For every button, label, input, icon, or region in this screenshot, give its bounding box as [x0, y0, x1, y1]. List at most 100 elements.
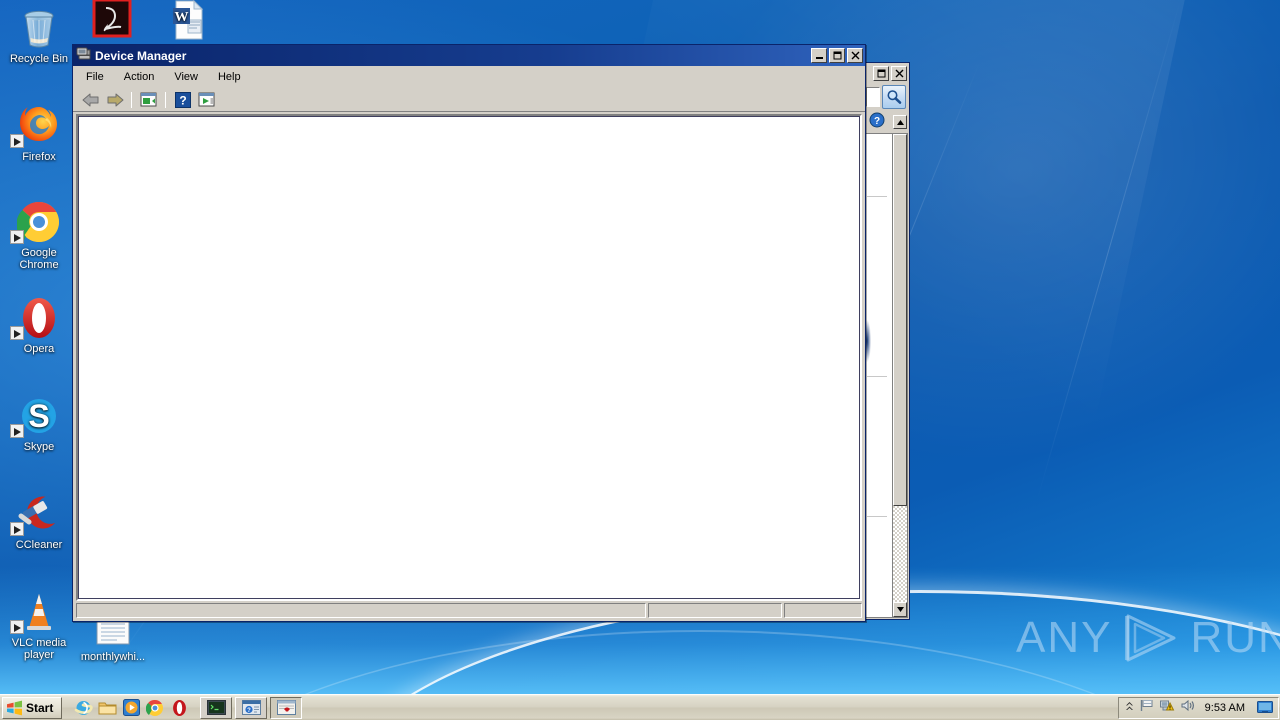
help-search-row[interactable]: [863, 83, 909, 111]
menu-item-action[interactable]: Action: [115, 68, 164, 86]
start-button-label: Start: [26, 700, 54, 715]
help-window-titlebar[interactable]: [863, 63, 909, 83]
desktop-icon-skype[interactable]: S Skype: [2, 394, 76, 453]
device-manager-tree-view[interactable]: [76, 114, 862, 601]
device-manager-titlebar[interactable]: Device Manager: [73, 45, 865, 66]
anyrun-watermark: ANY RUN: [1016, 612, 1280, 664]
desktop-icon-word-file[interactable]: W: [162, 0, 214, 43]
device-manager-window[interactable]: Device Manager File Action View Help ?: [72, 44, 866, 622]
show-hidden-icons-button[interactable]: [1125, 699, 1134, 717]
opera-icon: [172, 699, 186, 716]
console-window-icon: [206, 700, 226, 715]
network-icon[interactable]: [1159, 699, 1175, 717]
help-content-rule: [867, 376, 887, 377]
properties-icon: [140, 92, 157, 107]
desktop[interactable]: ANY RUN Recycle Bin Firefox Google Chrom…: [0, 0, 1280, 720]
help-scrollbar[interactable]: [892, 134, 907, 617]
help-scrollbar-track[interactable]: [893, 506, 907, 602]
taskbar-clock[interactable]: 9:53 AM: [1202, 702, 1248, 714]
desktop-icon-label: Firefox: [22, 151, 56, 163]
quick-launch-google-chrome[interactable]: [144, 697, 166, 719]
help-search-input[interactable]: [866, 87, 880, 107]
device-manager-statusbar: [73, 601, 865, 621]
desktop-icon-firefox[interactable]: Firefox: [2, 104, 76, 163]
system-tray[interactable]: 9:53 AM: [1117, 696, 1279, 719]
shortcut-overlay-icon: [10, 620, 24, 634]
desktop-icon-recycle-bin[interactable]: Recycle Bin: [2, 6, 76, 65]
desktop-icon-pdf-file[interactable]: [86, 0, 138, 43]
quick-launch-windows-explorer[interactable]: [96, 697, 118, 719]
show-desktop-icon: [1257, 701, 1273, 713]
help-scroll-up-button[interactable]: [893, 115, 907, 129]
desktop-icon-opera[interactable]: Opera: [2, 296, 76, 355]
help-search-button[interactable]: [882, 85, 906, 109]
quick-launch-internet-explorer[interactable]: [72, 697, 94, 719]
google-chrome-icon: [146, 699, 164, 716]
help-scrollbar-thumb[interactable]: [893, 134, 907, 506]
menu-item-file[interactable]: File: [77, 68, 113, 86]
firefox-icon: [2, 104, 76, 148]
scan-hardware-button[interactable]: [195, 89, 218, 111]
minimize-button[interactable]: [811, 48, 827, 63]
pdf-file-icon: [86, 0, 138, 40]
media-player-icon: [122, 699, 140, 716]
device-manager-toolbar[interactable]: ?: [73, 88, 865, 112]
action-center-icon[interactable]: [1140, 699, 1154, 717]
quick-launch-bar[interactable]: [72, 697, 190, 719]
desktop-icon-label: monthlywhi...: [80, 651, 146, 663]
network-warning-icon: [1159, 700, 1174, 710]
help-content-area: [863, 133, 908, 618]
forward-button[interactable]: [103, 89, 126, 111]
maximize-button[interactable]: [829, 48, 845, 63]
help-scroll-down-button[interactable]: [893, 602, 907, 617]
watermark-text-run: RUN: [1190, 613, 1280, 662]
properties-button[interactable]: [137, 89, 160, 111]
help-question-icon: ?: [174, 91, 191, 108]
skype-icon: S: [2, 394, 76, 438]
help-button[interactable]: ?: [171, 89, 194, 111]
start-button[interactable]: Start: [2, 696, 63, 719]
chevron-up-icon: [1125, 701, 1133, 710]
shortcut-overlay-icon: [10, 424, 24, 438]
close-button[interactable]: [847, 48, 863, 63]
taskbar-task-buttons[interactable]: ?: [200, 696, 303, 719]
task-button-help-window[interactable]: ?: [235, 696, 268, 719]
taskbar[interactable]: Start ? 9:53 AM: [0, 694, 1280, 720]
help-toolbar[interactable]: ?: [863, 111, 909, 133]
watermark-text-any: ANY: [1016, 613, 1113, 662]
show-desktop-button[interactable]: [1256, 699, 1274, 717]
help-window[interactable]: ?: [862, 62, 910, 620]
volume-icon[interactable]: [1181, 699, 1196, 717]
device-manager-window-controls[interactable]: [811, 48, 863, 63]
shortcut-overlay-icon: [10, 230, 24, 244]
desktop-icon-label: Skype: [23, 441, 55, 453]
menu-item-view[interactable]: View: [165, 68, 207, 86]
quick-launch-media-player[interactable]: [120, 697, 142, 719]
status-pane-main: [76, 603, 646, 618]
wallpaper-ray-2: [1036, 0, 1181, 500]
svg-text:?: ?: [874, 116, 880, 127]
help-content: [863, 134, 892, 617]
anyrun-play-logo: [1125, 614, 1176, 662]
desktop-icon-ccleaner[interactable]: CCleaner: [2, 492, 76, 551]
task-button-device-manager[interactable]: [270, 696, 303, 719]
flag-icon: [1140, 699, 1153, 711]
desktop-icon-vlc[interactable]: VLC media player: [2, 590, 76, 661]
desktop-icon-label: Opera: [23, 343, 55, 355]
back-button[interactable]: [79, 89, 102, 111]
shortcut-overlay-icon: [10, 326, 24, 340]
internet-explorer-icon: [74, 701, 93, 715]
desktop-icon-google-chrome[interactable]: Google Chrome: [2, 200, 76, 271]
help-question-icon[interactable]: ?: [865, 112, 885, 133]
help-close-button[interactable]: [891, 65, 907, 81]
recycle-bin-icon: [2, 6, 76, 50]
menu-item-help[interactable]: Help: [209, 68, 250, 86]
quick-launch-opera[interactable]: [168, 697, 190, 719]
forward-arrow-icon: [107, 93, 123, 106]
help-maximize-button[interactable]: [873, 65, 889, 81]
desktop-icon-label: Google Chrome: [19, 247, 59, 271]
desktop-icon-label: VLC media player: [11, 637, 67, 661]
task-button-command-prompt[interactable]: [200, 696, 233, 719]
status-pane-tertiary: [784, 603, 862, 618]
device-manager-menubar[interactable]: File Action View Help: [73, 66, 865, 88]
